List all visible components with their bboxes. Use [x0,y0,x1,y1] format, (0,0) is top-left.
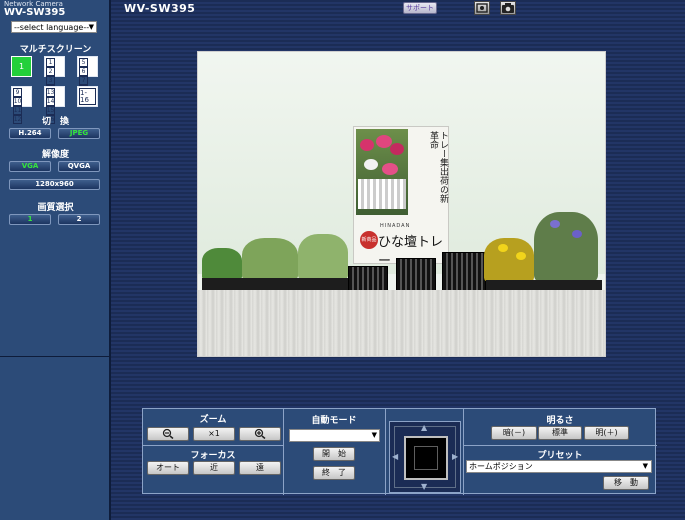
cell-label: 1 [46,58,55,67]
cell-label: 14 [46,97,55,106]
pad-center[interactable] [404,436,448,480]
table-skirt [198,290,605,356]
poster-photo [356,129,408,215]
flower-shape [364,159,378,170]
plant-shape [484,238,534,282]
jpeg-button[interactable]: JPEG [58,128,100,139]
zoom-title: ズーム [199,415,227,425]
multiscreen-13-16-button[interactable]: 13 14 15 16 [44,86,65,124]
snapshot-frame-icon[interactable] [474,1,490,15]
flower-shape [390,143,404,155]
pan-left-icon[interactable]: ◀ [392,452,398,461]
brightness-bright-button[interactable]: 明(＋) [584,426,629,440]
zoom-out-icon [162,428,174,440]
multiscreen-1-16-button[interactable]: 1-16 [77,86,98,107]
poster-headline: トレー集出荷の新革命 [428,131,448,203]
support-button[interactable]: サポート [403,2,437,14]
cell-label: 5 [79,58,88,67]
plant-shape [242,238,298,280]
model-name: WV-SW395 [4,7,66,18]
sidebar: Network Camera WV-SW395 --select languag… [0,0,111,520]
multiscreen-title: マルチスクリーン [19,45,92,55]
multiscreen-1-button[interactable]: 1 [11,56,32,77]
flower-shape [360,139,374,151]
quality-1-button[interactable]: 1 [9,214,51,225]
divider [463,445,657,446]
zoom-in-icon [254,428,266,440]
multiscreen-16-grid-icon: 1-16 [79,88,96,105]
auto-mode-stop-button[interactable]: 終 了 [313,466,355,480]
flower-shape [572,230,582,238]
h264-button[interactable]: H.264 [9,128,51,139]
vga-button[interactable]: VGA [9,161,51,172]
multiscreen-1-label: 1 [18,61,25,71]
chevron-down-icon: ▼ [88,23,94,31]
sidebar-divider [0,356,111,357]
cell-label: 13 [46,88,55,97]
auto-mode-start-button[interactable]: 開 始 [313,447,355,461]
pan-tilt-pad[interactable]: ▲ ▼ ◀ ▶ [389,421,461,493]
quality-2-button[interactable]: 2 [58,214,100,225]
auto-mode-title: 自動モード [311,416,357,426]
language-select-value: --select language-- [14,23,90,32]
zoom-x1-button[interactable]: ×1 [193,427,235,441]
chevron-down-icon: ▼ [642,462,648,470]
poster: トレー集出荷の新革命 HINADAN 新商品 ひな壇トレー [353,126,449,269]
zoom-in-button[interactable] [239,427,281,441]
preset-move-button[interactable]: 移 動 [603,476,649,490]
auto-mode-select[interactable]: ▼ [289,429,380,442]
multiscreen-9-12-button[interactable]: 9 10 11 12 [11,86,32,124]
zoom-out-button[interactable] [147,427,189,441]
divider [385,409,386,495]
black-tray [396,258,436,292]
plant-shape [298,234,348,280]
poster-subtitle: HINADAN [380,223,411,229]
focus-near-button[interactable]: 近 [193,461,235,475]
focus-auto-button[interactable]: オート [147,461,189,475]
cell-label: 7 [79,76,88,85]
multiscreen-1-4-button[interactable]: 1 2 3 4 [44,56,65,94]
poster-badge: 新商品 [360,231,378,249]
quality-title: 画質選択 [37,203,74,213]
flower-shape [382,163,398,175]
divider [143,445,283,446]
pan-right-icon[interactable]: ▶ [452,452,458,461]
cell-label: 9 [13,88,22,97]
control-panel: ズーム ×1 フォーカス オート 近 遠 自動モード ▼ 開 始 終 了 ▲ ▼… [142,408,657,495]
multiscreen-5-8-button[interactable]: 5 6 7 8 [77,56,98,94]
flower-shape [550,220,560,228]
black-tray [348,266,388,292]
page-title: WV-SW395 [124,2,196,15]
focus-title: フォーカス [190,451,236,461]
hd-resolution-button[interactable]: 1280x960 [9,179,100,190]
focus-far-button[interactable]: 遠 [239,461,281,475]
cell-label: 2 [46,67,55,76]
cell-label: 6 [79,67,88,76]
cell-label: 3 [46,76,55,85]
camera-live-view[interactable]: トレー集出荷の新革命 HINADAN 新商品 ひな壇トレー [197,51,606,357]
cell-label: 10 [13,97,22,106]
plant-shape [534,212,598,282]
language-select[interactable]: --select language-- ▼ [11,21,97,33]
brightness-title: 明るさ [546,416,574,426]
chevron-down-icon: ▼ [371,431,377,439]
plant-shape [202,248,242,280]
pad-center-frame [414,446,438,470]
black-tray [442,252,486,292]
flower-shape [498,244,508,252]
pan-up-icon[interactable]: ▲ [421,423,427,432]
brightness-dark-button[interactable]: 暗(－) [491,426,537,440]
preset-select[interactable]: ホームポジション ▼ [466,460,652,473]
preset-select-value: ホームポジション [469,462,533,471]
resolution-title: 解像度 [41,150,69,160]
camera-icon[interactable] [500,1,516,15]
flower-shape [516,252,526,260]
qvga-button[interactable]: QVGA [58,161,100,172]
switch-title: 切 換 [41,117,69,127]
pan-down-icon[interactable]: ▼ [421,482,427,491]
poster-tray [358,179,406,209]
brightness-normal-button[interactable]: 標準 [538,426,582,440]
